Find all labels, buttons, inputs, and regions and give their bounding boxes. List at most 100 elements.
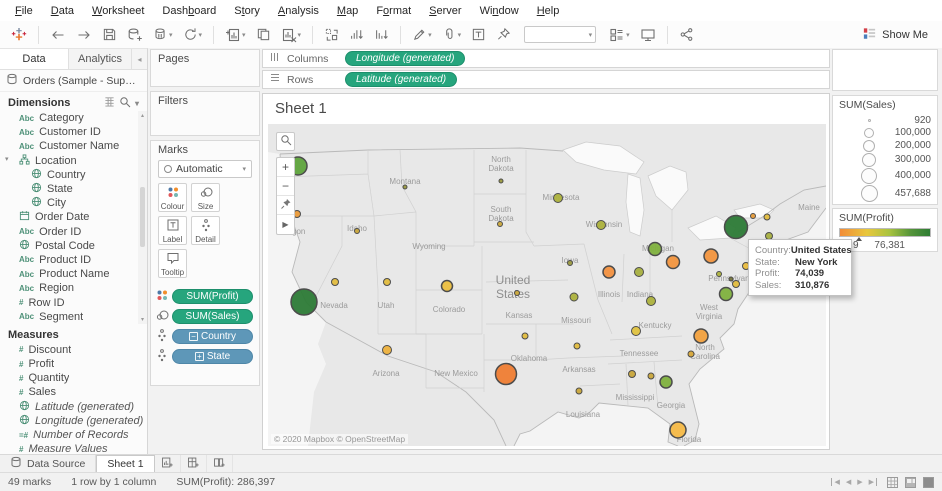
mark-new-york[interactable] bbox=[723, 214, 749, 240]
group-members-button[interactable]: ▾ bbox=[439, 24, 465, 46]
new-worksheet-tab-button[interactable] bbox=[155, 455, 181, 472]
field-customer-id[interactable]: Abc Customer ID bbox=[0, 125, 147, 139]
map-view[interactable]: UnitedStatesMontanaNorthDakotaMinnesotaS… bbox=[268, 124, 826, 446]
field-location[interactable]: ▾ Location bbox=[0, 154, 147, 168]
field-profit[interactable]: # Profit bbox=[0, 357, 147, 371]
mark-iowa[interactable] bbox=[567, 260, 573, 266]
view-image-icon[interactable] bbox=[923, 476, 934, 488]
new-story-tab-button[interactable] bbox=[207, 455, 233, 472]
mark-kentucky[interactable] bbox=[646, 296, 656, 306]
datasource-row[interactable]: Orders (Sample - Supers... bbox=[0, 70, 147, 92]
pages-card[interactable]: Pages bbox=[150, 49, 260, 87]
field-product-name[interactable]: Abc Product Name bbox=[0, 267, 147, 281]
mark-mississippi[interactable] bbox=[628, 370, 636, 378]
mark-new-hampshire[interactable] bbox=[763, 213, 771, 221]
show-me-button[interactable]: Show Me bbox=[856, 24, 934, 45]
add-datasource-button[interactable] bbox=[124, 24, 146, 46]
pause-auto-updates-button[interactable]: ▾ bbox=[150, 24, 176, 46]
field-category[interactable]: Abc Category bbox=[0, 111, 147, 125]
presentation-mode-button[interactable] bbox=[637, 24, 659, 46]
menu-story[interactable]: Story bbox=[225, 2, 269, 20]
field-sales[interactable]: # Sales bbox=[0, 385, 147, 399]
sort-ascending-button[interactable] bbox=[346, 24, 367, 46]
nav-next-icon[interactable]: ▶ bbox=[857, 478, 862, 486]
mark-tennessee[interactable] bbox=[631, 326, 641, 336]
redo-button[interactable] bbox=[73, 24, 95, 46]
tab-sheet-1[interactable]: Sheet 1 bbox=[96, 455, 155, 472]
mark-south-dakota[interactable] bbox=[497, 221, 503, 227]
run-auto-updates-button[interactable]: ▾ bbox=[180, 24, 206, 46]
duplicate-sheet-button[interactable] bbox=[253, 24, 274, 46]
mark-vermont[interactable] bbox=[750, 213, 756, 219]
show-hide-cards-button[interactable]: ▾ bbox=[606, 24, 633, 46]
mark-michigan[interactable] bbox=[647, 241, 663, 257]
scroll-down-icon[interactable]: ▾ bbox=[141, 316, 144, 323]
nav-first-icon[interactable]: ◀ bbox=[831, 478, 840, 486]
field-order-date[interactable]: Order Date bbox=[0, 210, 147, 224]
pill-state[interactable]: + State bbox=[172, 348, 253, 364]
field-state[interactable]: State bbox=[0, 182, 147, 196]
pane-menu-caret-icon[interactable]: ▾ bbox=[135, 99, 139, 108]
mark-california[interactable] bbox=[290, 288, 318, 316]
mark-montana[interactable] bbox=[402, 184, 408, 190]
field-latitude-generated-[interactable]: Latitude (generated) bbox=[0, 400, 147, 414]
map-tools-expand-button[interactable]: ▶ bbox=[277, 215, 294, 234]
detail-button[interactable]: Detail bbox=[191, 216, 220, 245]
filters-card[interactable]: Filters bbox=[150, 91, 260, 136]
fix-axes-button[interactable] bbox=[493, 24, 514, 46]
find-field-icon[interactable] bbox=[119, 96, 131, 111]
swap-rows-columns-button[interactable] bbox=[321, 24, 342, 46]
label-button[interactable]: Label bbox=[158, 216, 187, 245]
dimensions-scrollbar[interactable]: ▴ ▾ bbox=[138, 111, 147, 324]
sales-size-legend[interactable]: SUM(Sales) 920 100,000 200,000 300,000 400,0… bbox=[832, 95, 938, 205]
tab-data-source[interactable]: Data Source bbox=[0, 455, 97, 472]
tab-data[interactable]: Data bbox=[0, 49, 70, 69]
field-customer-name[interactable]: Abc Customer Name bbox=[0, 139, 147, 153]
columns-pill-longitude[interactable]: Longitude (generated) bbox=[345, 51, 466, 66]
size-button[interactable]: Size bbox=[191, 183, 220, 212]
colour-button[interactable]: Colour bbox=[158, 183, 187, 212]
mark-maryland[interactable] bbox=[732, 280, 740, 288]
nav-last-icon[interactable]: ▶ bbox=[869, 478, 877, 486]
mark-texas[interactable] bbox=[494, 362, 518, 386]
mark-wisconsin[interactable] bbox=[596, 220, 606, 230]
menu-analysis[interactable]: Analysis bbox=[269, 2, 328, 20]
show-mark-labels-button[interactable] bbox=[468, 24, 489, 46]
field-quantity[interactable]: # Quantity bbox=[0, 371, 147, 385]
field-row-id[interactable]: # Row ID bbox=[0, 295, 147, 309]
menu-file[interactable]: File bbox=[6, 2, 42, 20]
view-data-grid-icon[interactable] bbox=[104, 96, 115, 110]
sort-descending-button[interactable] bbox=[371, 24, 392, 46]
mark-oklahoma[interactable] bbox=[521, 332, 529, 340]
mark-west-virginia[interactable] bbox=[716, 271, 722, 277]
mark-north-dakota[interactable] bbox=[498, 178, 504, 184]
mark-missouri[interactable] bbox=[569, 292, 579, 302]
tableau-logo-button[interactable] bbox=[8, 24, 30, 46]
zoom-out-button[interactable]: − bbox=[277, 177, 294, 196]
mark-nevada[interactable] bbox=[331, 278, 339, 286]
field-product-id[interactable]: Abc Product ID bbox=[0, 253, 147, 267]
view-grid-icon[interactable] bbox=[887, 476, 898, 488]
menu-server[interactable]: Server bbox=[420, 2, 470, 20]
menu-dashboard[interactable]: Dashboard bbox=[153, 2, 225, 20]
field-discount[interactable]: # Discount bbox=[0, 343, 147, 357]
nav-prev-icon[interactable]: ◀ bbox=[846, 478, 851, 486]
mark-illinois[interactable] bbox=[602, 265, 616, 279]
undo-button[interactable] bbox=[47, 24, 69, 46]
pane-pin-icon[interactable]: ◂ bbox=[132, 49, 147, 69]
mark-alabama[interactable] bbox=[647, 372, 655, 380]
pin-button[interactable] bbox=[277, 196, 294, 215]
field-city[interactable]: City bbox=[0, 196, 147, 210]
new-worksheet-button[interactable]: ▾ bbox=[222, 24, 249, 46]
tab-analytics[interactable]: Analytics bbox=[69, 49, 132, 69]
field-segment[interactable]: Abc Segment bbox=[0, 310, 147, 324]
menu-map[interactable]: Map bbox=[328, 2, 367, 20]
mark-south-carolina[interactable] bbox=[687, 350, 695, 358]
menu-window[interactable]: Window bbox=[471, 2, 528, 20]
scroll-thumb[interactable] bbox=[140, 187, 145, 248]
mark-idaho[interactable] bbox=[354, 228, 360, 234]
menu-format[interactable]: Format bbox=[367, 2, 420, 20]
new-dashboard-tab-button[interactable] bbox=[181, 455, 207, 472]
field-longitude-generated-[interactable]: Longitude (generated) bbox=[0, 414, 147, 428]
field-postal-code[interactable]: Postal Code bbox=[0, 239, 147, 253]
